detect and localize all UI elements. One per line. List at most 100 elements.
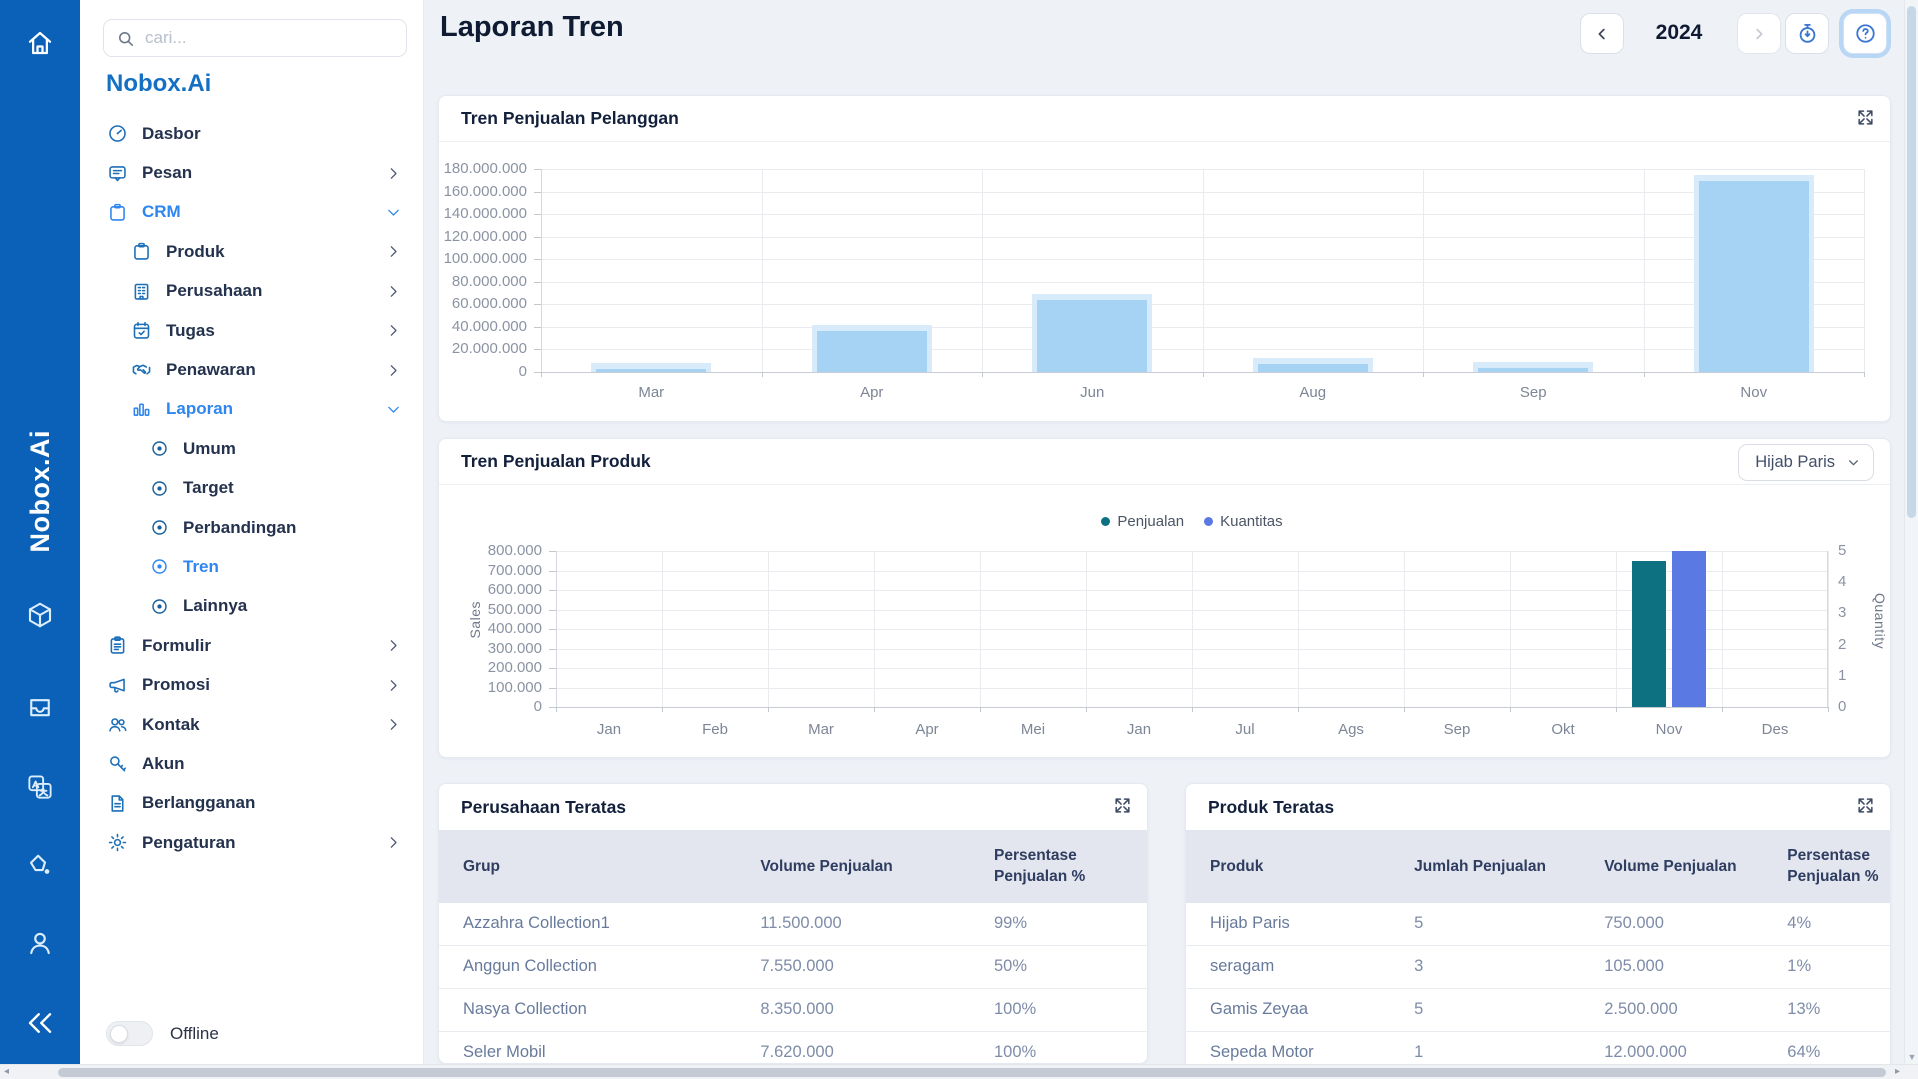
- expand-icon[interactable]: [1113, 796, 1132, 815]
- table-cell: 3: [1390, 957, 1580, 976]
- cube-logo-icon[interactable]: [25, 600, 55, 630]
- y-axis-tick: 180.000.000: [439, 160, 527, 177]
- sidebar-item-label: Berlangganan: [142, 793, 255, 813]
- sidebar-brand: Nobox.Ai: [106, 70, 211, 98]
- horizontal-scrollbar-thumb[interactable]: [58, 1068, 1886, 1077]
- card-title: Produk Teratas: [1208, 797, 1334, 818]
- card-header: Tren Penjualan Produk Hijab Paris: [439, 439, 1890, 485]
- table-row[interactable]: Anggun Collection7.550.00050%: [439, 946, 1147, 989]
- table-cell: Anggun Collection: [439, 957, 736, 976]
- building-icon: [131, 281, 152, 302]
- expand-icon[interactable]: [1856, 796, 1875, 815]
- ink-drop-icon[interactable]: [25, 850, 55, 880]
- bar-Sep[interactable]: [1473, 362, 1593, 373]
- left-axis-tick: 800.000: [439, 542, 542, 559]
- table-cell: 12.000.000: [1580, 1043, 1763, 1062]
- sidebar-item-kontak[interactable]: Kontak: [80, 705, 423, 744]
- sidebar-item-penawaran[interactable]: Penawaran: [80, 350, 423, 389]
- scroll-left-icon[interactable]: ◂: [4, 1066, 9, 1077]
- sidebar-item-target[interactable]: Target: [80, 469, 423, 508]
- bar-Apr[interactable]: [812, 325, 932, 372]
- chevron-right-icon: [386, 717, 401, 732]
- right-axis-tick: 0: [1838, 698, 1868, 715]
- home-icon[interactable]: [25, 28, 55, 58]
- horizontal-scrollbar[interactable]: ◂ ▸: [0, 1064, 1918, 1079]
- bar-Jun[interactable]: [1032, 294, 1152, 372]
- sidebar-item-pesan[interactable]: Pesan: [80, 153, 423, 192]
- sidebar-item-pengaturan[interactable]: Pengaturan: [80, 823, 423, 862]
- document-icon: [107, 793, 128, 814]
- left-axis-tick: 600.000: [439, 581, 542, 598]
- bar-chart-icon: [131, 399, 152, 420]
- table-row[interactable]: Gamis Zeyaa52.500.00013%: [1186, 989, 1890, 1032]
- scroll-down-icon[interactable]: ▼: [1905, 1052, 1918, 1062]
- legend-item[interactable]: Kuantitas: [1204, 513, 1283, 530]
- sidebar-item-promosi[interactable]: Promosi: [80, 665, 423, 704]
- inbox-icon[interactable]: [25, 692, 55, 722]
- sidebar-item-berlangganan[interactable]: Berlangganan: [80, 784, 423, 823]
- vertical-scrollbar[interactable]: ▼: [1904, 0, 1918, 1064]
- sidebar-item-perusahaan[interactable]: Perusahaan: [80, 272, 423, 311]
- bar-Aug[interactable]: [1253, 358, 1373, 372]
- table-row[interactable]: Nasya Collection8.350.000100%: [439, 989, 1147, 1032]
- card-header: Tren Penjualan Pelanggan: [439, 96, 1890, 142]
- sidebar-item-produk[interactable]: Produk: [80, 232, 423, 271]
- sidebar-item-formulir[interactable]: Formulir: [80, 626, 423, 665]
- sidebar-item-lainnya[interactable]: Lainnya: [80, 587, 423, 626]
- chevron-right-icon: [386, 678, 401, 693]
- next-year-button[interactable]: [1737, 13, 1781, 54]
- table-cell: Nasya Collection: [439, 1000, 736, 1019]
- right-axis-tick: 5: [1838, 542, 1868, 559]
- bar-penjualan-Nov[interactable]: [1632, 561, 1666, 707]
- user-icon[interactable]: [25, 928, 55, 958]
- timer-button[interactable]: [1785, 13, 1829, 54]
- sidebar-item-label: Produk: [166, 242, 225, 262]
- help-button[interactable]: [1843, 13, 1887, 54]
- legend-item[interactable]: Penjualan: [1101, 513, 1184, 530]
- plot-area: [556, 551, 1828, 707]
- sidebar-item-akun[interactable]: Akun: [80, 744, 423, 783]
- expand-icon[interactable]: [1856, 108, 1875, 127]
- table-cell: 11.500.000: [736, 914, 970, 933]
- sidebar-item-tugas[interactable]: Tugas: [80, 311, 423, 350]
- prev-year-button[interactable]: [1580, 13, 1624, 54]
- product-dropdown[interactable]: Hijab Paris: [1738, 444, 1874, 481]
- x-axis-tick: Mar: [768, 721, 874, 738]
- chevron-right-icon: [386, 244, 401, 259]
- icon-rail: Nobox.Ai: [0, 0, 80, 1064]
- sidebar-item-perbandingan[interactable]: Perbandingan: [80, 508, 423, 547]
- dashboard-icon: [107, 123, 128, 144]
- table-row[interactable]: Azzahra Collection111.500.00099%: [439, 903, 1147, 946]
- sidebar-item-label: Perbandingan: [183, 518, 296, 538]
- bullseye-icon: [150, 597, 169, 616]
- x-axis-tick: Sep: [1404, 721, 1510, 738]
- table-header-row: ProdukJumlah PenjualanVolume PenjualanPe…: [1186, 830, 1890, 903]
- bar-Mar[interactable]: [591, 363, 711, 372]
- table-row[interactable]: Hijab Paris5750.0004%: [1186, 903, 1890, 946]
- collapse-sidebar-icon[interactable]: [25, 1008, 55, 1038]
- translate-icon[interactable]: [25, 772, 55, 802]
- table-cell: 8.350.000: [736, 1000, 970, 1019]
- scroll-right-icon[interactable]: ▸: [1895, 1066, 1900, 1077]
- bar-kuantitas-Nov[interactable]: [1672, 551, 1706, 707]
- vertical-scrollbar-thumb[interactable]: [1907, 6, 1916, 518]
- sidebar-item-tren[interactable]: Tren: [80, 547, 423, 586]
- sidebar-item-umum[interactable]: Umum: [80, 429, 423, 468]
- search-box[interactable]: [103, 19, 407, 57]
- left-axis-tick: 300.000: [439, 640, 542, 657]
- sidebar-item-dasbor[interactable]: Dasbor: [80, 114, 423, 153]
- left-axis-label: Sales: [467, 601, 483, 639]
- gear-icon: [107, 832, 128, 853]
- top-products-table: ProdukJumlah PenjualanVolume PenjualanPe…: [1186, 830, 1890, 1075]
- table-row[interactable]: seragam3105.0001%: [1186, 946, 1890, 989]
- table-header-cell: Volume Penjualan: [1580, 841, 1763, 892]
- y-axis-tick: 140.000.000: [439, 205, 527, 222]
- table-cell: 13%: [1763, 1000, 1890, 1019]
- offline-toggle[interactable]: [106, 1021, 153, 1046]
- sidebar-item-crm[interactable]: CRM: [80, 193, 423, 232]
- bar-Nov[interactable]: [1694, 175, 1814, 372]
- top-companies-table: GrupVolume PenjualanPersentase Penjualan…: [439, 830, 1147, 1075]
- sidebar-item-laporan[interactable]: Laporan: [80, 390, 423, 429]
- message-icon: [107, 163, 128, 184]
- search-input[interactable]: [145, 28, 394, 48]
